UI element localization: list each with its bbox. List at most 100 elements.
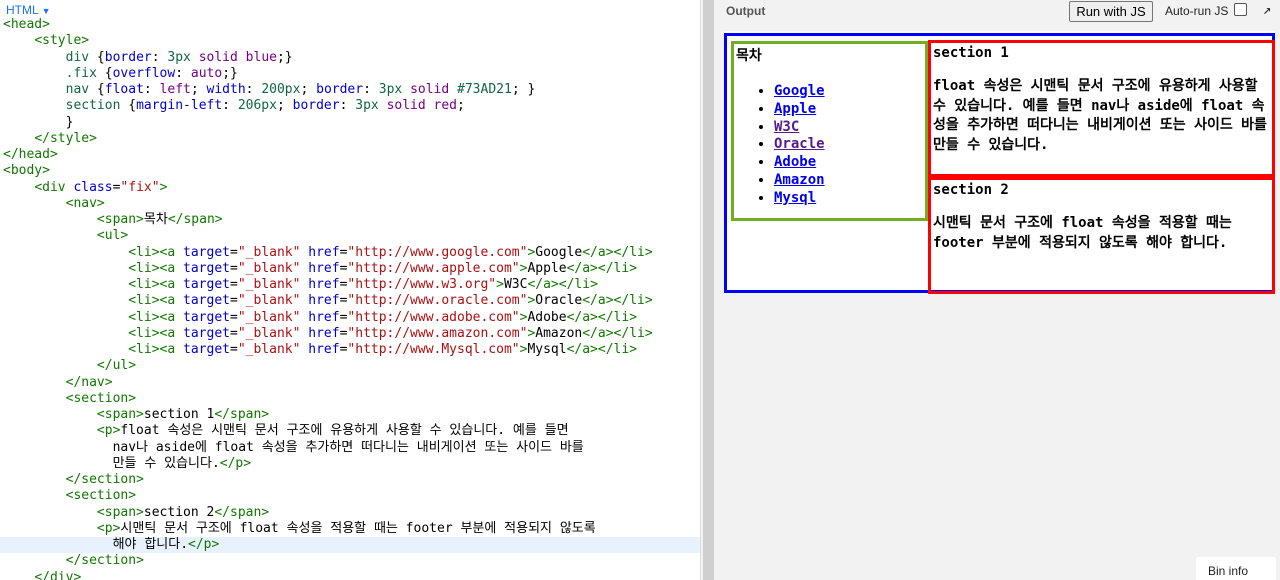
nav-link-w3c[interactable]: W3C xyxy=(774,119,799,135)
code-token: </section> xyxy=(65,553,144,569)
code-token: </nav> xyxy=(65,374,113,390)
code-line[interactable]: <li><a target="_blank" href="http://www.… xyxy=(0,293,700,309)
code-token: ; xyxy=(300,82,317,97)
code-token: "_blank" xyxy=(237,325,301,341)
code-line[interactable]: <li><a target="_blank" href="http://www.… xyxy=(0,310,700,326)
code-token: 206px xyxy=(237,98,277,114)
code-line[interactable]: <p>시맨틱 문서 구조에 float 속성을 적용할 때는 footer 부분… xyxy=(0,521,700,537)
code-token: target xyxy=(183,309,230,325)
code-token: <span> xyxy=(96,504,144,520)
code-line[interactable]: .fix {overflow: auto;} xyxy=(0,66,700,82)
code-line[interactable]: </div> xyxy=(0,570,700,580)
fix-container: 목차 GoogleAppleW3COracleAdobeAmazonMysql … xyxy=(724,33,1275,294)
code-token: Mysql xyxy=(527,342,567,357)
code-token: href xyxy=(308,260,340,276)
code-token: "_blank" xyxy=(237,309,301,325)
code-token: "http://www.amazon.com" xyxy=(347,325,528,341)
code-token: </a></li> xyxy=(582,293,653,309)
popout-icon[interactable]: ↗ xyxy=(1263,2,1271,18)
code-token: float 속성은 시맨틱 문서 구조에 유용하게 사용할 수 있습니다. 예를… xyxy=(120,423,569,439)
code-line[interactable]: <ul> xyxy=(0,228,700,244)
code-line[interactable]: <span>section 2</span> xyxy=(0,505,700,521)
code-token: href xyxy=(308,277,340,292)
code-token: : xyxy=(175,65,191,81)
code-line[interactable]: </ul> xyxy=(0,358,700,374)
code-line[interactable]: </style> xyxy=(0,131,700,147)
code-line[interactable]: <span>목차</span> xyxy=(0,212,700,228)
nav-link-mysql[interactable]: Mysql xyxy=(774,190,816,206)
code-line[interactable]: </section> xyxy=(0,553,700,569)
code-line[interactable]: <div class="fix"> xyxy=(0,180,700,196)
code-line[interactable]: <li><a target="_blank" href="http://www.… xyxy=(0,261,700,277)
code-token: <li><a xyxy=(128,342,176,357)
code-token: <section> xyxy=(65,488,137,504)
code-token: : xyxy=(222,98,238,114)
code-line[interactable]: nav {float: left; width: 200px; border: … xyxy=(0,82,700,98)
nav-link-oracle[interactable]: Oracle xyxy=(774,136,825,152)
code-line[interactable]: <body> xyxy=(0,163,700,179)
pane-splitter[interactable] xyxy=(700,0,716,580)
code-line[interactable]: } xyxy=(0,115,700,131)
code-area[interactable]: <head> <style> div {border: 3px solid bl… xyxy=(0,17,700,580)
code-token: <span> xyxy=(96,212,144,227)
language-tab[interactable]: HTML ▼ xyxy=(6,3,51,17)
code-token: </a></li> xyxy=(582,325,653,341)
nav-link-adobe[interactable]: Adobe xyxy=(774,154,816,170)
code-token: </a></li> xyxy=(566,342,638,357)
code-line[interactable]: <p>float 속성은 시맨틱 문서 구조에 유용하게 사용할 수 있습니다.… xyxy=(0,423,700,439)
code-line[interactable]: </head> xyxy=(0,147,700,163)
splitter-grip[interactable] xyxy=(703,0,714,580)
nav-list-item: Adobe xyxy=(774,154,923,172)
code-line[interactable]: <li><a target="_blank" href="http://www.… xyxy=(0,342,700,358)
code-token: = xyxy=(230,325,238,341)
code-line[interactable]: 해야 합니다.</p> xyxy=(0,537,700,554)
code-line[interactable]: <section> xyxy=(0,391,700,407)
nav-link-apple[interactable]: Apple xyxy=(774,101,816,117)
code-line[interactable]: </section> xyxy=(0,472,700,488)
code-line[interactable]: <span>section 1</span> xyxy=(0,407,700,423)
code-line[interactable]: <li><a target="_blank" href="http://www.… xyxy=(0,326,700,342)
nav-link-amazon[interactable]: Amazon xyxy=(774,172,825,188)
code-token: > xyxy=(159,179,168,195)
nav-list-item: Apple xyxy=(774,101,923,119)
code-line[interactable]: <li><a target="_blank" href="http://www.… xyxy=(0,277,700,293)
nav-list-item: Amazon xyxy=(774,172,923,190)
code-line[interactable]: 만들 수 있습니다.</p> xyxy=(0,456,700,472)
code-token: Oracle xyxy=(535,293,583,309)
code-line[interactable]: section {margin-left: 206px; border: 3px… xyxy=(0,98,700,114)
code-token: = xyxy=(230,244,238,260)
code-token: "http://www.apple.com" xyxy=(347,260,520,276)
nav-list-item: Oracle xyxy=(774,136,923,154)
code-token: solid xyxy=(198,49,238,65)
code-line[interactable]: </nav> xyxy=(0,375,700,391)
code-line[interactable]: <head> xyxy=(0,17,700,33)
code-editor-pane[interactable]: HTML ▼ <head> <style> div {border: 3px so… xyxy=(0,0,700,580)
nav-link-google[interactable]: Google xyxy=(774,83,825,99)
code-token: "http://www.oracle.com" xyxy=(347,293,528,309)
code-token: href xyxy=(308,342,340,357)
code-line[interactable]: nav나 aside에 float 속성을 추가하면 떠다니는 내비게이션 또는… xyxy=(0,440,700,456)
run-with-js-button[interactable]: Run with JS xyxy=(1069,1,1153,22)
autorun-checkbox[interactable] xyxy=(1234,3,1247,16)
code-line[interactable]: <li><a target="_blank" href="http://www.… xyxy=(0,245,700,261)
code-line[interactable]: div {border: 3px solid blue;} xyxy=(0,50,700,66)
bin-info-tab[interactable]: Bin info xyxy=(1196,557,1276,580)
code-line[interactable]: <section> xyxy=(0,488,700,504)
code-token: <ul> xyxy=(96,228,129,244)
code-token: <li><a xyxy=(128,293,176,309)
code-token: nav나 aside에 float 속성을 추가하면 떠다니는 내비게이션 또는… xyxy=(3,439,584,455)
code-token: href xyxy=(308,325,340,341)
code-line[interactable]: <nav> xyxy=(0,196,700,212)
code-line[interactable]: <style> xyxy=(0,33,700,49)
